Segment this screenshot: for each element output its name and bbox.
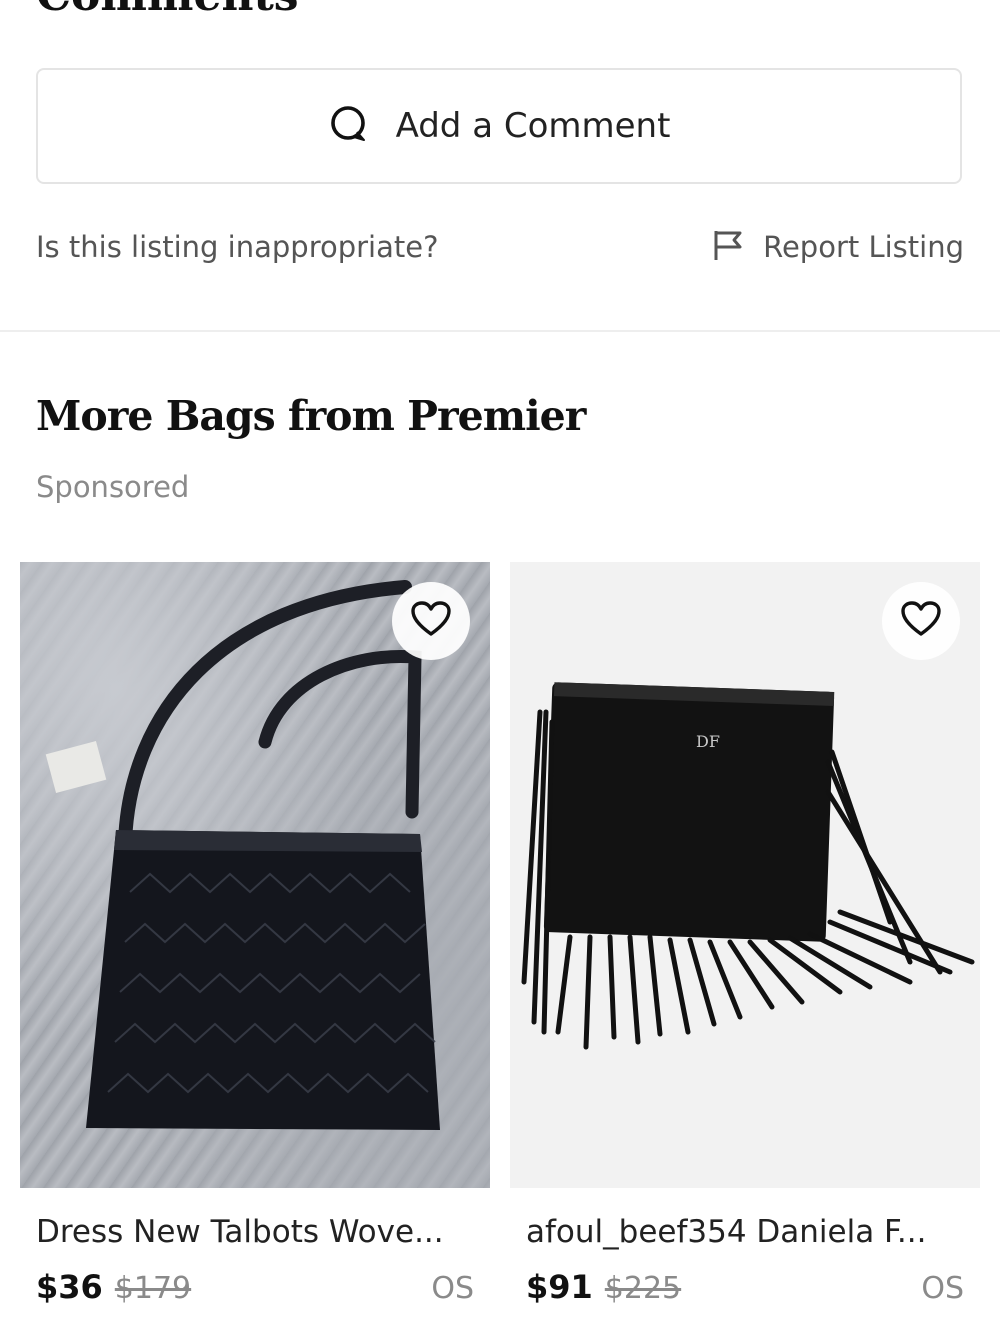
like-button[interactable]	[882, 582, 960, 660]
listing-original-price: $225	[604, 1271, 682, 1306]
listing-price: $91	[526, 1268, 593, 1306]
listing-image[interactable]: DF	[510, 562, 980, 1188]
listing-title[interactable]: Dress New Talbots Wove...	[36, 1214, 476, 1250]
listing-card[interactable]: DF afoul_beef354 Daniela F... $91 $225 O…	[510, 562, 980, 1306]
section-divider	[0, 330, 1000, 332]
listing-size: OS	[921, 1271, 964, 1306]
listing-price: $36	[36, 1268, 103, 1306]
report-listing-label: Report Listing	[763, 230, 964, 264]
report-question: Is this listing inappropriate?	[36, 230, 439, 264]
listing-original-price: $179	[114, 1271, 192, 1306]
report-listing-link[interactable]: Report Listing	[711, 228, 964, 266]
svg-text:DF: DF	[696, 732, 720, 751]
listing-title[interactable]: afoul_beef354 Daniela F...	[526, 1214, 966, 1250]
listing-image[interactable]	[20, 562, 490, 1188]
like-button[interactable]	[392, 582, 470, 660]
heart-icon	[901, 601, 941, 641]
listing-card[interactable]: Dress New Talbots Wove... $36 $179 OS	[20, 562, 490, 1306]
sponsored-label: Sponsored	[36, 470, 190, 504]
price-row: $36 $179 OS	[36, 1268, 474, 1306]
comment-bubble-icon	[328, 103, 370, 149]
report-row: Is this listing inappropriate? Report Li…	[36, 222, 964, 272]
price-row: $91 $225 OS	[526, 1268, 964, 1306]
heart-icon	[411, 601, 451, 641]
add-comment-label: Add a Comment	[395, 106, 671, 146]
more-bags-title: More Bags from Premier	[36, 392, 586, 440]
add-comment-button[interactable]: Add a Comment	[36, 68, 962, 184]
flag-icon	[711, 228, 745, 266]
listing-size: OS	[431, 1271, 474, 1306]
comments-heading: Comments	[36, 0, 299, 26]
